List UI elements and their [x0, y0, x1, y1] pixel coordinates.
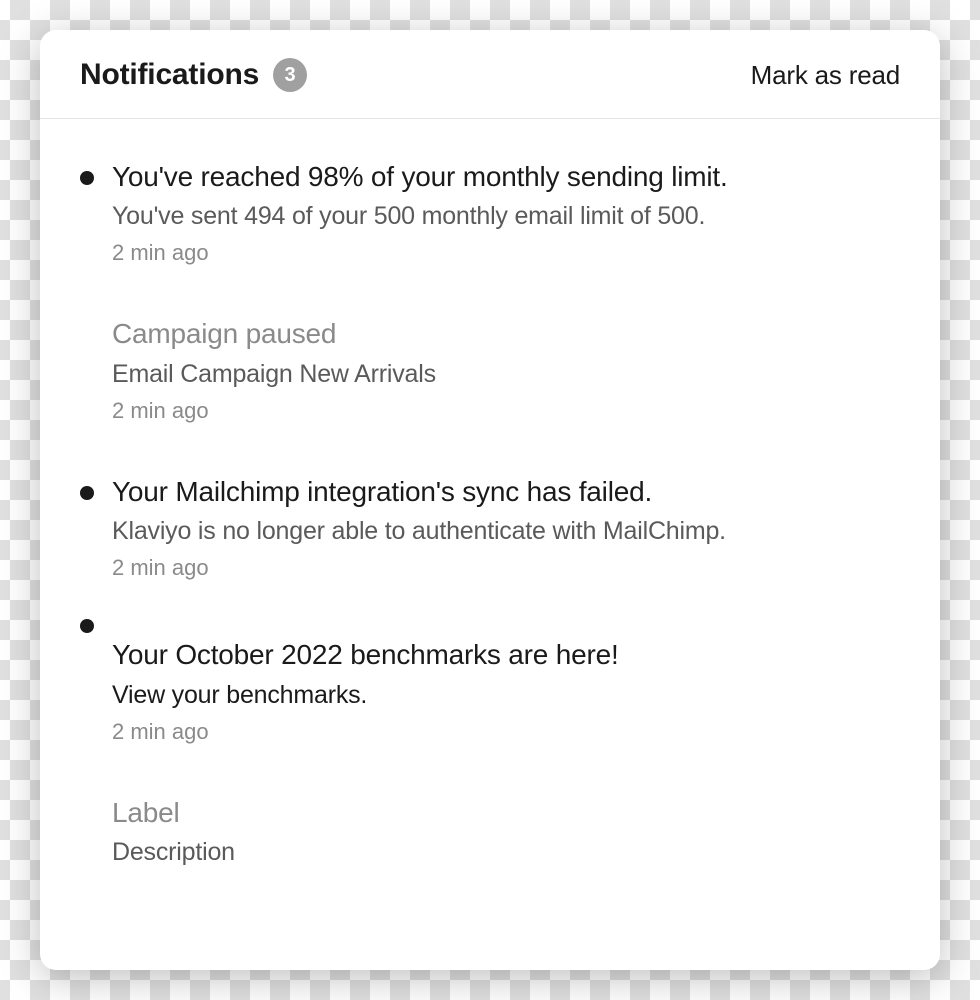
notification-description: Email Campaign New Arrivals — [112, 357, 900, 392]
notification-item[interactable]: You've reached 98% of your monthly sendi… — [80, 159, 900, 266]
notification-item[interactable]: Your Mailchimp integration's sync has fa… — [80, 474, 900, 581]
notification-content: You've reached 98% of your monthly sendi… — [112, 159, 900, 266]
unread-count-badge: 3 — [273, 58, 307, 92]
notification-time: 2 min ago — [112, 398, 900, 424]
notifications-panel: Notifications 3 Mark as read You've reac… — [40, 30, 940, 970]
notification-title: Label — [112, 795, 900, 831]
notification-time: 2 min ago — [112, 719, 900, 745]
notification-content: Your Mailchimp integration's sync has fa… — [112, 474, 900, 581]
unread-dot-icon — [80, 486, 94, 500]
notifications-list: You've reached 98% of your monthly sendi… — [40, 119, 940, 970]
notification-title: Your October 2022 benchmarks are here! — [112, 637, 900, 673]
notification-item[interactable]: Campaign paused Email Campaign New Arriv… — [80, 316, 900, 423]
panel-header: Notifications 3 Mark as read — [40, 30, 940, 119]
notification-description: View your benchmarks. — [112, 678, 900, 713]
header-left: Notifications 3 — [80, 58, 307, 92]
notification-description: Klaviyo is no longer able to authenticat… — [112, 514, 900, 549]
notification-time: 2 min ago — [112, 555, 900, 581]
notification-content: Your October 2022 benchmarks are here! V… — [112, 637, 900, 744]
notification-time: 2 min ago — [112, 240, 900, 266]
notification-item[interactable]: Your October 2022 benchmarks are here! V… — [80, 619, 900, 744]
unread-dot-icon — [80, 619, 94, 633]
notification-content: Label Description — [112, 795, 900, 870]
mark-as-read-button[interactable]: Mark as read — [751, 60, 900, 91]
notification-item[interactable]: Label Description — [80, 795, 900, 870]
notification-title: Campaign paused — [112, 316, 900, 352]
panel-title: Notifications — [80, 58, 259, 92]
notification-title: You've reached 98% of your monthly sendi… — [112, 159, 900, 195]
notification-description: You've sent 494 of your 500 monthly emai… — [112, 199, 900, 234]
notification-description: Description — [112, 835, 900, 870]
unread-dot-icon — [80, 171, 94, 185]
notification-title: Your Mailchimp integration's sync has fa… — [112, 474, 900, 510]
notification-content: Campaign paused Email Campaign New Arriv… — [112, 316, 900, 423]
